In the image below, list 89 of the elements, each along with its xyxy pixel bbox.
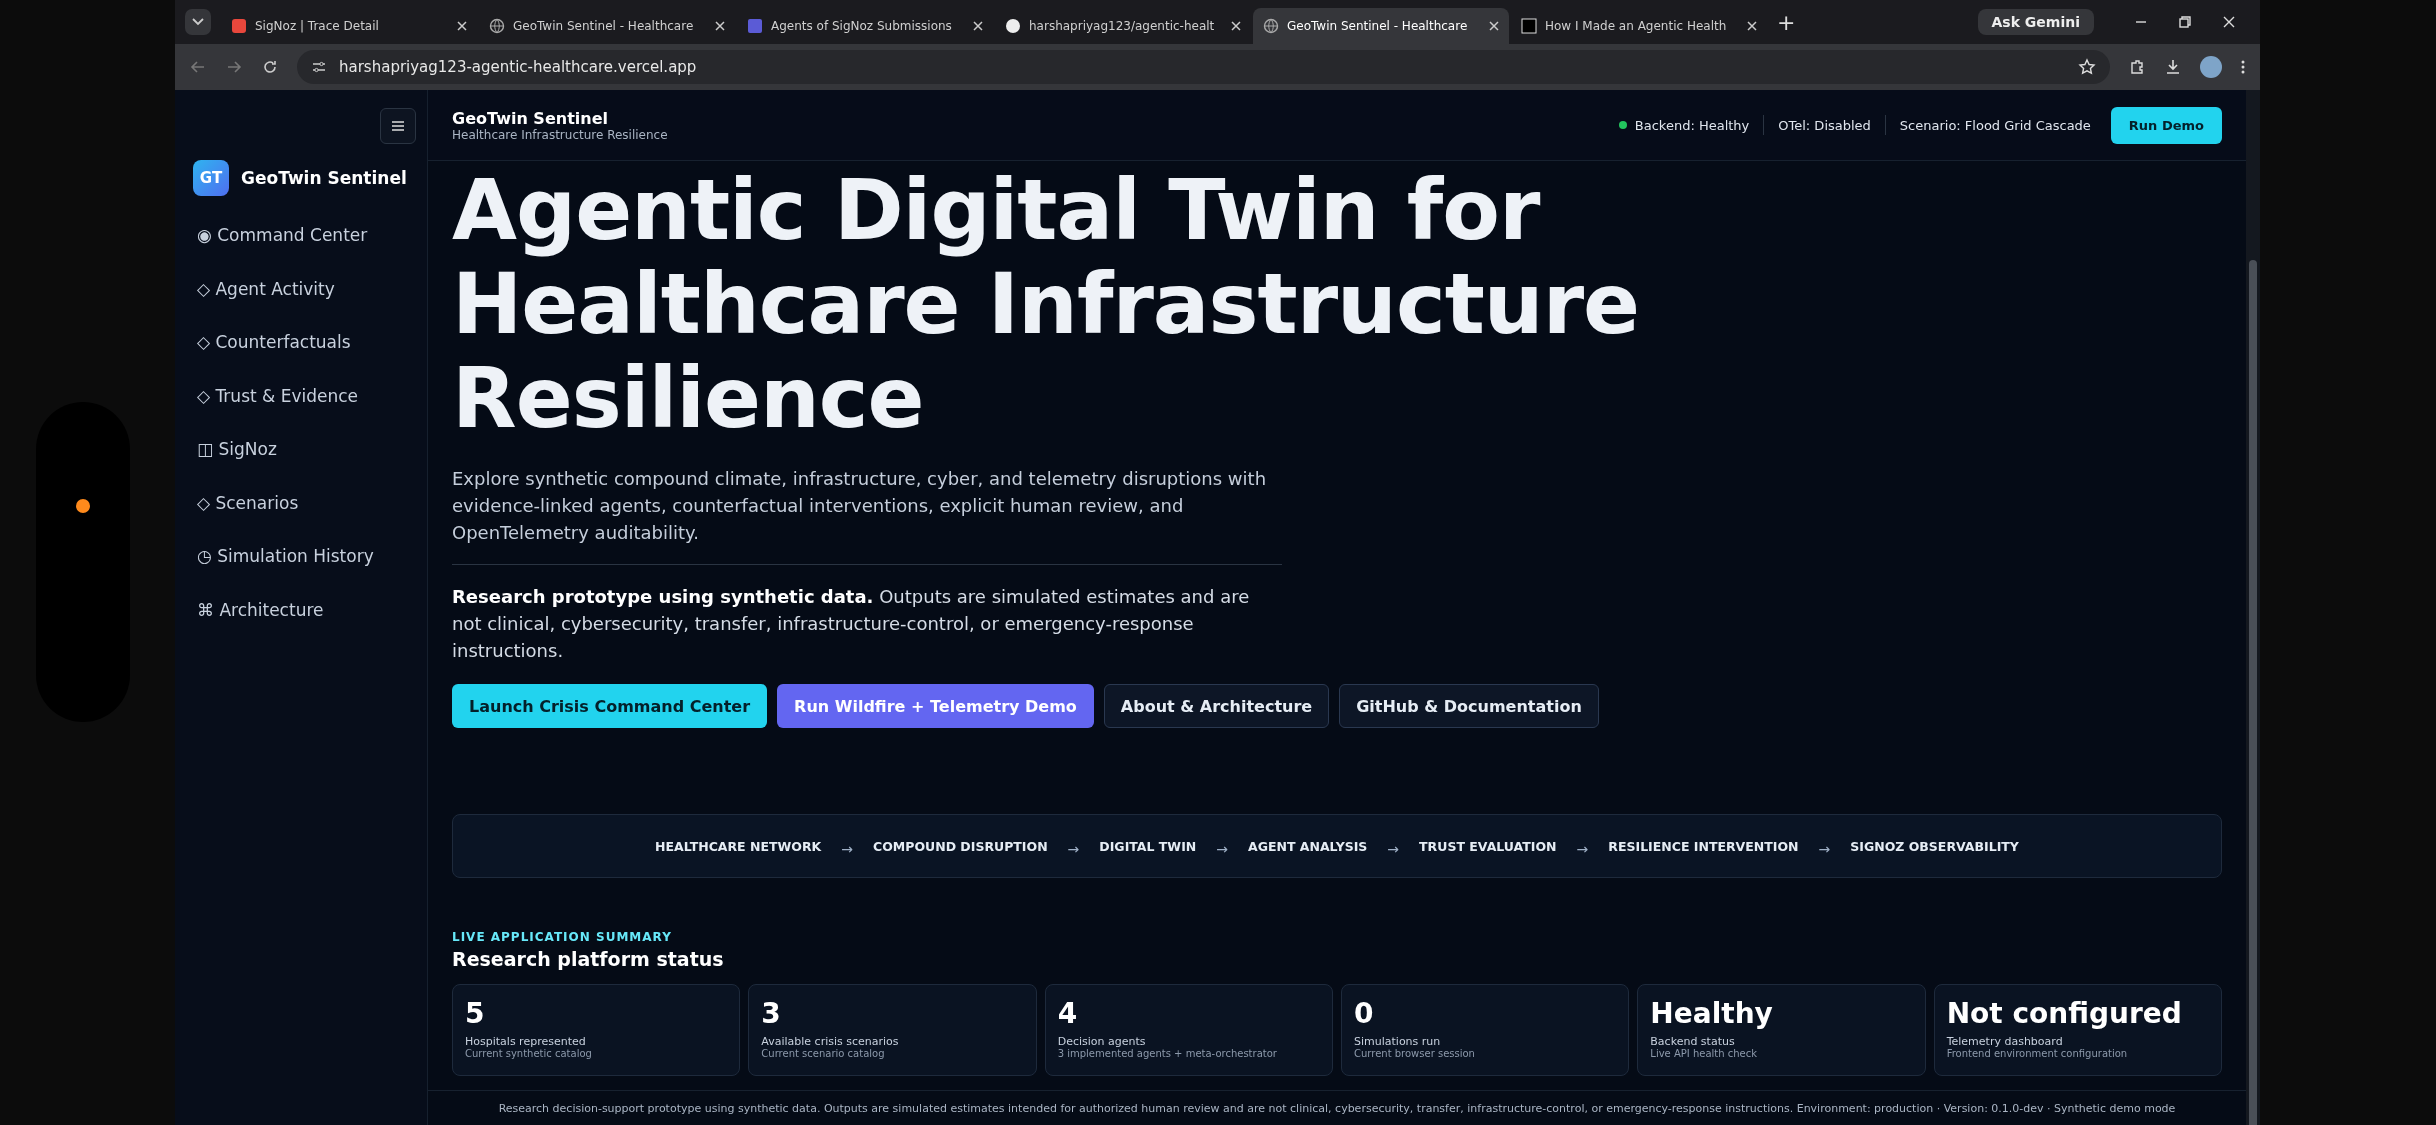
stat-label: Telemetry dashboard <box>1946 1035 2064 1048</box>
scrollbar[interactable] <box>2246 90 2260 1125</box>
star-icon[interactable] <box>2078 58 2096 76</box>
status-label: OTel: Disabled <box>1778 117 1871 133</box>
globe-icon <box>489 18 505 34</box>
tab-list-button[interactable] <box>185 9 211 35</box>
hero-title: Agentic Digital Twin for Healthcare Infrastructure Resilience <box>452 163 1641 445</box>
arrow-glyph: → <box>1576 840 1589 857</box>
stat-value: 0 <box>1354 997 1375 1031</box>
header-subtitle: Healthcare Infrastructure Resilience <box>452 127 668 142</box>
stat-value: 3 <box>761 997 782 1031</box>
logo-badge: GT <box>193 160 229 196</box>
action-button[interactable]: Launch Crisis Command Center <box>452 684 768 728</box>
profile-avatar[interactable] <box>2200 56 2222 78</box>
close-icon[interactable] <box>973 21 983 31</box>
section-heading: Research platform status <box>452 948 725 970</box>
stat-value: 5 <box>465 997 486 1031</box>
section-eyebrow: LIVE APPLICATION SUMMARY <box>452 930 673 944</box>
nav-item[interactable]: ◇ Scenarios <box>189 485 427 539</box>
stat-caption: Live API health check <box>1650 1048 1759 1059</box>
puzzle-icon[interactable] <box>2128 58 2146 76</box>
pipeline-step: DIGITAL TWIN <box>1099 838 1197 854</box>
pipeline-step: RESILIENCE INTERVENTION <box>1608 838 1799 854</box>
stat-label: Simulations run <box>1354 1035 1442 1048</box>
chevron-down-icon <box>192 18 204 26</box>
header-title: GeoTwin Sentinel <box>452 108 609 128</box>
stat-caption: 3 implemented agents + meta-orchestrator <box>1057 1048 1278 1059</box>
stat-label: Decision agents <box>1057 1035 1147 1048</box>
pipeline-step: AGENT ANALYSIS <box>1248 838 1368 854</box>
arrow-glyph: → <box>1387 840 1400 857</box>
arrow-glyph: → <box>1067 840 1080 857</box>
status-label: Backend: Healthy <box>1634 117 1750 133</box>
close-icon[interactable] <box>2222 15 2236 29</box>
stat-label: Available crisis scenarios <box>761 1035 900 1048</box>
intro-paragraph: Explore synthetic compound climate, infrastructure, cyber, and telemetry disruptions with evidence-linked agents, counterfactual interventions, explicit human review, and OpenTelemetry auditability. <box>452 467 1268 545</box>
nav-item[interactable]: ◇ Agent Activity <box>189 271 427 325</box>
nav-item[interactable]: ◫ SigNoz <box>189 432 427 486</box>
site-settings-icon[interactable] <box>311 59 327 75</box>
arrow-glyph: → <box>841 840 853 857</box>
download-icon[interactable] <box>2164 58 2182 76</box>
browser-tab[interactable]: GeoTwin Sentinel - Healthcare <box>1253 8 1509 44</box>
disclaimer-paragraph: Research prototype using synthetic data. Outputs are simulated estimates and are not clinical, cybersecurity, transfer, infrastructure-control, or emergency-response instructions. <box>452 585 1251 663</box>
close-icon[interactable] <box>715 21 725 31</box>
nav-item[interactable]: ◉ Command Center <box>189 218 427 272</box>
arrow-glyph: → <box>1216 840 1228 857</box>
stat-value: Not configured <box>1946 997 2183 1031</box>
nav-item[interactable]: ◇ Trust & Evidence <box>189 378 427 432</box>
globe-icon <box>1263 18 1279 34</box>
app-icon <box>231 18 247 34</box>
recording-dot <box>76 499 90 513</box>
close-icon[interactable] <box>1489 21 1499 31</box>
close-icon[interactable] <box>457 21 467 31</box>
nav-item[interactable]: ⌘ Architecture <box>189 592 427 646</box>
action-button[interactable]: About & Architecture <box>1103 684 1330 728</box>
app-name: GeoTwin Sentinel <box>241 168 407 188</box>
arrow-glyph: → <box>1818 840 1831 857</box>
pipeline-step: COMPOUND DISRUPTION <box>873 838 1048 854</box>
stat-caption: Current scenario catalog <box>761 1048 886 1059</box>
run-demo-button[interactable]: Run Demo <box>2110 106 2222 144</box>
new-tab-button[interactable]: + <box>1769 9 1804 35</box>
pipeline-step: SIGNOZ OBSERVABILITY <box>1850 838 2019 854</box>
ask-gemini-button[interactable]: Ask Gemini <box>1977 9 2094 35</box>
browser-tab[interactable]: How I Made an Agentic Health <box>1511 8 1767 44</box>
restore-icon[interactable] <box>2178 15 2192 29</box>
stat-caption: Current synthetic catalog <box>465 1048 593 1059</box>
stat-label: Backend status <box>1650 1035 1736 1048</box>
browser-tab[interactable]: harshapriyag123/agentic-healt <box>995 8 1251 44</box>
stat-caption: Frontend environment configuration <box>1946 1048 2129 1059</box>
status-label: Scenario: Flood Grid Cascade <box>1899 117 2091 133</box>
browser-tab[interactable]: Agents of SigNoz Submissions <box>737 8 993 44</box>
browser-tab[interactable]: SigNoz | Trace Detail <box>221 8 477 44</box>
menu-icon <box>391 120 405 132</box>
close-icon[interactable] <box>1231 21 1241 31</box>
action-button[interactable]: Run Wildfire + Telemetry Demo <box>777 684 1094 728</box>
stat-value: Healthy <box>1650 997 1774 1031</box>
pipeline-step: TRUST EVALUATION <box>1419 838 1557 854</box>
menu-button[interactable] <box>380 108 416 144</box>
reload-icon[interactable] <box>261 58 279 76</box>
pipeline-step: HEALTHCARE NETWORK <box>655 838 822 854</box>
browser-tab[interactable]: GeoTwin Sentinel - Healthcare <box>479 8 735 44</box>
more-icon[interactable] <box>2240 58 2246 76</box>
close-icon[interactable] <box>1747 21 1757 31</box>
nav-item[interactable]: ◷ Simulation History <box>189 539 427 593</box>
stat-label: Hospitals represented <box>465 1035 587 1048</box>
stat-value: 4 <box>1057 997 1079 1031</box>
address-field[interactable]: harshapriyag123-agentic-healthcare.vercel.app <box>297 50 2110 84</box>
action-button[interactable]: GitHub & Documentation <box>1339 684 1599 728</box>
nav-item[interactable]: ◇ Counterfactuals <box>189 325 427 379</box>
stat-caption: Current browser session <box>1354 1048 1476 1059</box>
